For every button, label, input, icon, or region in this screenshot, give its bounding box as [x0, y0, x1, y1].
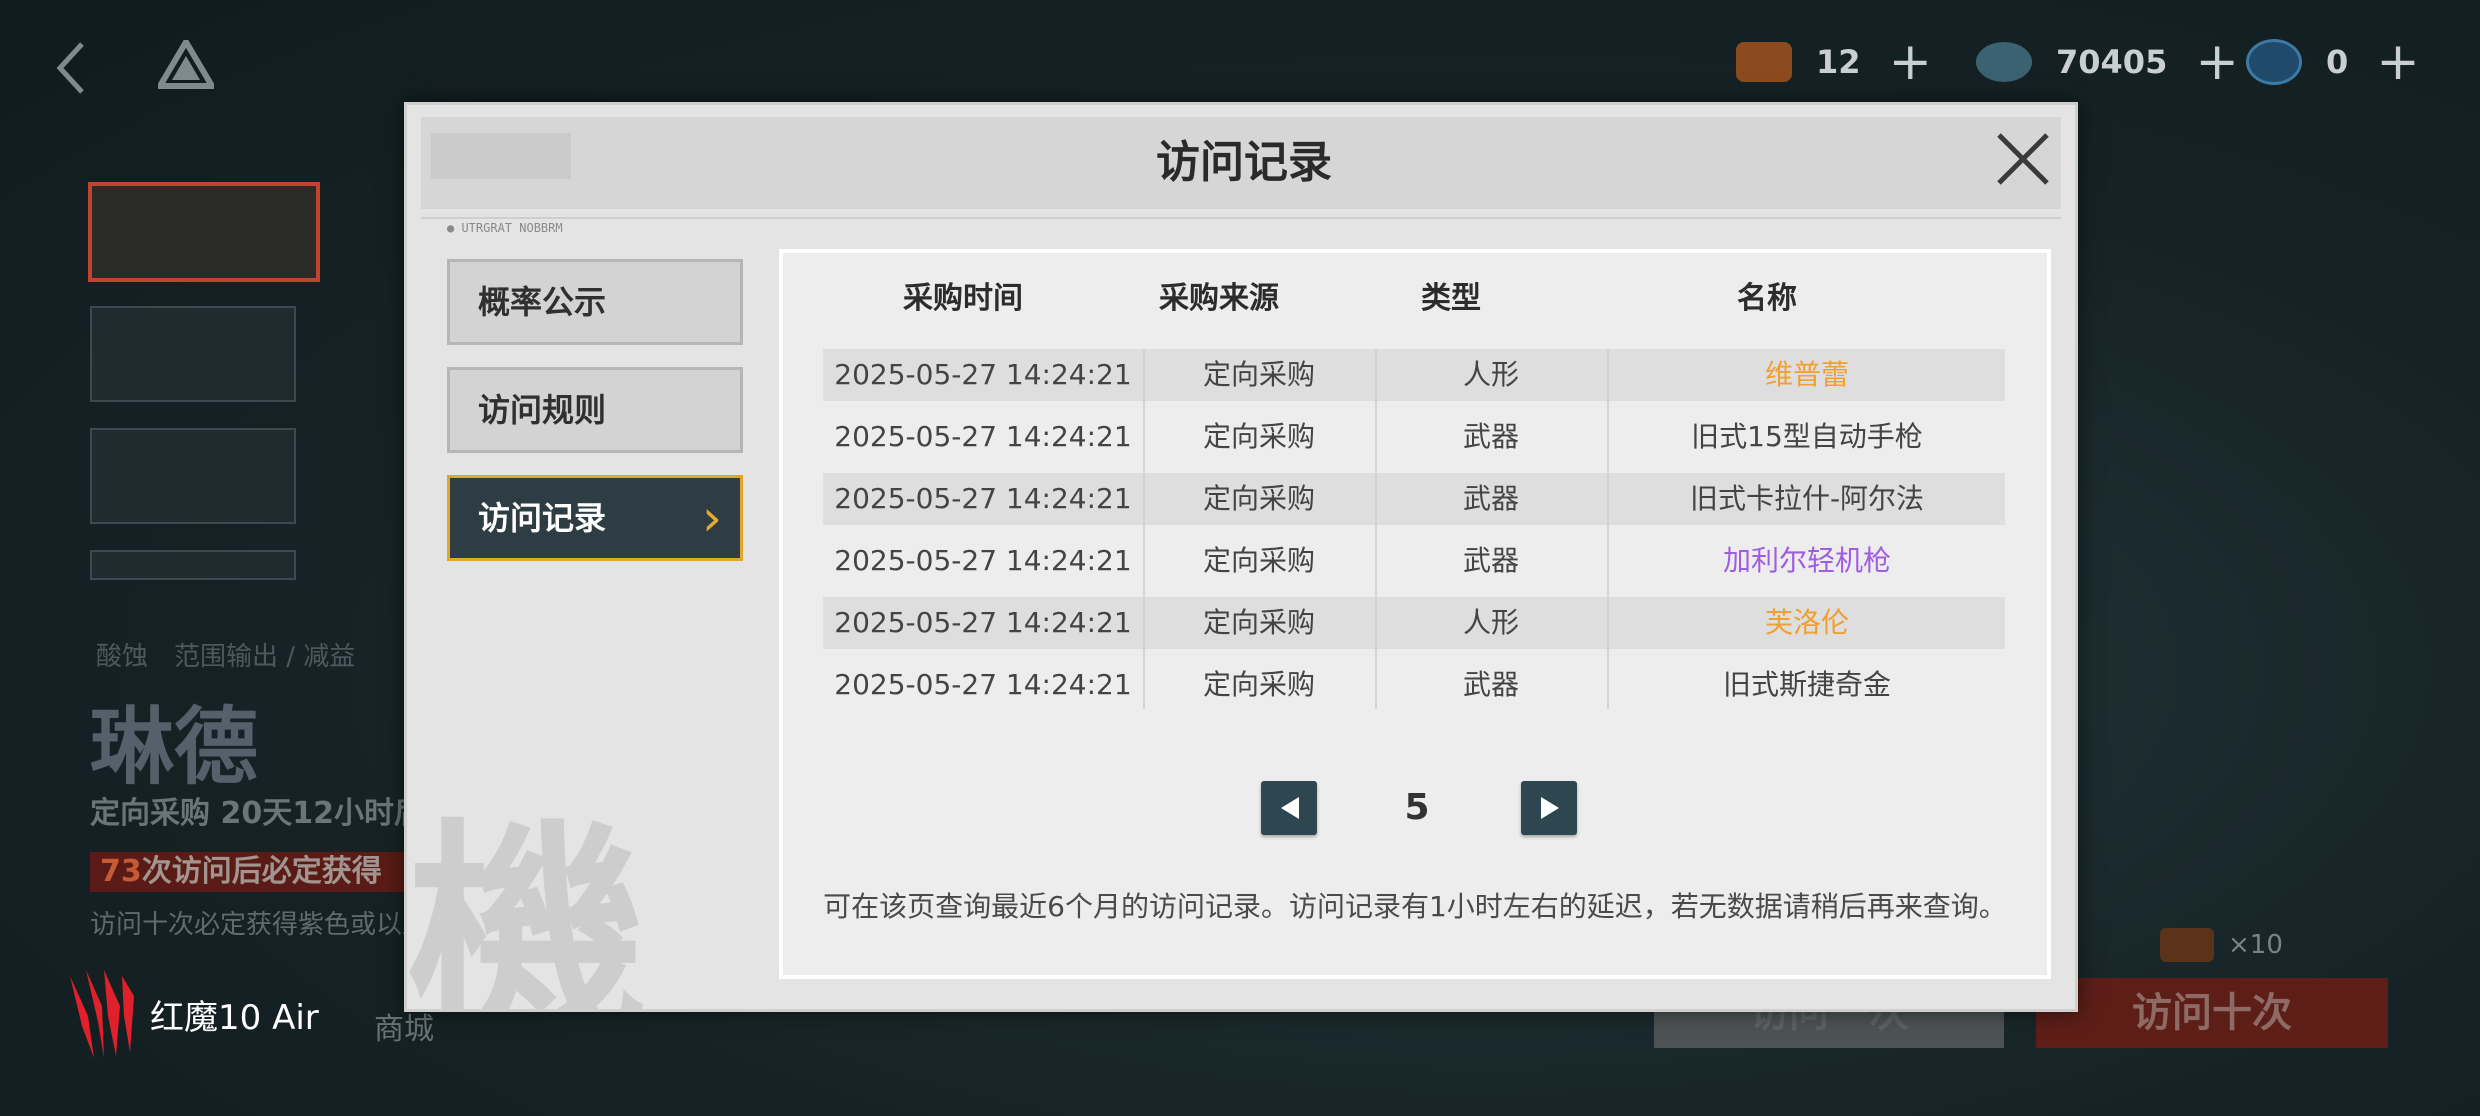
brand-name: 红魔10 Air — [150, 997, 319, 1038]
column-header-time: 采购时间 — [903, 281, 1023, 316]
dialog-title: 访问记录 — [1156, 137, 1332, 188]
visit-record-dialog: 访问记录 ● UTRGRAT NOBBRM 機 概率公示 访问规则 访问记录 ›… — [404, 102, 2078, 1012]
currency-crystal: 70405 + — [1976, 34, 2239, 90]
records-panel: 采购时间 采购来源 类型 名称 2025-05-27 14:24:21 定向采购人… — [779, 249, 2051, 979]
column-header-source: 采购来源 — [1159, 281, 1279, 316]
cost-indicator: ×10 — [2160, 928, 2283, 962]
table-row: 2025-05-27 14:24:21 定向采购 武器 加利尔轻机枪 — [823, 535, 2005, 587]
side-tab-rules[interactable]: 访问规则 — [447, 367, 743, 453]
character-thumb[interactable] — [90, 428, 296, 524]
cell-type: 人形 — [1462, 606, 1519, 639]
character-tag: 酸蚀 范围输出 / 减益 — [96, 642, 356, 672]
ticket-icon — [1736, 42, 1792, 82]
ticket-icon — [2160, 928, 2214, 962]
currency-value: 12 — [1816, 43, 1861, 81]
side-tab-label: 访问规则 — [478, 391, 607, 429]
cell-time: 2025-05-27 14:24:21 — [834, 544, 1132, 577]
currency-value: 70405 — [2056, 43, 2168, 81]
visit-ten-button[interactable]: 访问十次 — [2036, 978, 2388, 1048]
red-magic-logo-icon — [70, 970, 134, 1058]
next-page-button[interactable] — [1521, 781, 1577, 835]
add-crystal-button[interactable]: + — [2195, 36, 2239, 88]
crystal-icon — [1976, 42, 2032, 82]
character-thumb[interactable] — [90, 550, 296, 580]
cell-source: 定向采购 — [1202, 668, 1315, 701]
page-number: 5 — [1404, 787, 1430, 828]
chevron-right-icon: › — [702, 489, 722, 547]
side-tab-probability[interactable]: 概率公示 — [447, 259, 743, 345]
guarantee-count: 73 — [100, 854, 142, 889]
table-row: 2025-05-27 14:24:21 定向采购 人形 芙洛伦 — [823, 597, 2005, 649]
cell-name: 加利尔轻机枪 — [1722, 544, 1891, 577]
cell-source: 定向采购 — [1202, 358, 1315, 391]
coin-icon — [2246, 39, 2302, 85]
cell-source: 定向采购 — [1202, 482, 1315, 515]
column-divider — [1375, 349, 1377, 709]
triangle-right-icon — [1541, 797, 1559, 819]
cell-name: 旧式卡拉什-阿尔法 — [1689, 482, 1925, 515]
cell-name: 芙洛伦 — [1764, 606, 1849, 639]
column-header-type: 类型 — [1421, 281, 1481, 316]
character-thumb[interactable] — [90, 306, 296, 402]
column-divider — [1143, 349, 1145, 709]
guarantee-text: 次访问后必定获得 — [141, 854, 382, 889]
close-icon[interactable] — [1991, 127, 2055, 191]
currency-ticket: 12 + — [1736, 34, 1932, 90]
cost-label: ×10 — [2228, 930, 2283, 960]
cell-source: 定向采购 — [1202, 420, 1315, 453]
purchase-line: 定向采购 20天12小时后 — [90, 796, 424, 831]
cell-name: 维普蕾 — [1764, 358, 1849, 391]
triangle-left-icon — [1281, 797, 1299, 819]
cell-time: 2025-05-27 14:24:21 — [834, 606, 1132, 639]
add-ticket-button[interactable]: + — [1889, 36, 1933, 88]
side-tab-label: 概率公示 — [478, 283, 607, 321]
cell-type: 武器 — [1462, 420, 1519, 453]
cell-type: 武器 — [1462, 668, 1519, 701]
column-divider — [1607, 349, 1609, 709]
cell-type: 人形 — [1462, 358, 1519, 391]
side-tab-records[interactable]: 访问记录 › — [447, 475, 743, 561]
add-coin-button[interactable]: + — [2376, 36, 2420, 88]
hint-text: 访问十次必定获得紫色或以上 — [90, 910, 429, 940]
guarantee-banner: 73次访问后必定获得 — [90, 852, 430, 892]
table-row: 2025-05-27 14:24:21 定向采购 武器 旧式卡拉什-阿尔法 — [823, 473, 2005, 525]
character-name: 琳德 — [90, 698, 259, 796]
prev-page-button[interactable] — [1261, 781, 1317, 835]
cell-time: 2025-05-27 14:24:21 — [834, 668, 1132, 701]
table-row: 2025-05-27 14:24:21 定向采购 武器 旧式斯捷奇金 — [823, 659, 2005, 711]
cell-name: 旧式斯捷奇金 — [1722, 668, 1891, 701]
back-arrow-icon[interactable] — [52, 40, 92, 96]
cell-type: 武器 — [1462, 544, 1519, 577]
cell-time: 2025-05-27 14:24:21 — [834, 358, 1132, 391]
game-logo-icon — [158, 40, 214, 89]
cell-source: 定向采购 — [1202, 544, 1315, 577]
decor-code: ● UTRGRAT NOBBRM — [447, 221, 563, 235]
table-row: 2025-05-27 14:24:21 定向采购 武器 旧式15型自动手枪 — [823, 411, 2005, 463]
header-divider — [421, 217, 2061, 219]
cell-time: 2025-05-27 14:24:21 — [834, 482, 1132, 515]
side-tab-label: 访问记录 — [478, 499, 607, 537]
cell-time: 2025-05-27 14:24:21 — [834, 420, 1132, 453]
record-note: 可在该页查询最近6个月的访问记录。访问记录有1小时左右的延迟，若无数据请稍后再来… — [823, 890, 2007, 923]
currency-coin: 0 + — [2246, 34, 2420, 90]
cell-source: 定向采购 — [1202, 606, 1315, 639]
cell-type: 武器 — [1462, 482, 1519, 515]
cell-name: 旧式15型自动手枪 — [1691, 420, 1923, 453]
watermark-glyph: 機 — [407, 797, 648, 1012]
currency-value: 0 — [2326, 43, 2349, 81]
table-row: 2025-05-27 14:24:21 定向采购 人形 维普蕾 — [823, 349, 2005, 401]
character-thumb-selected[interactable] — [88, 182, 320, 282]
device-brand: 红魔10 Air — [64, 966, 319, 1062]
column-header-name: 名称 — [1737, 281, 1797, 316]
